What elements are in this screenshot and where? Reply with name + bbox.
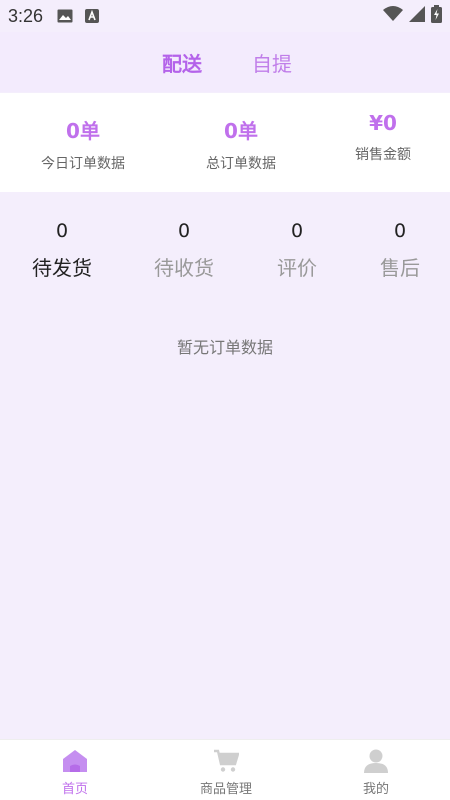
order-count: 0: [290, 220, 304, 242]
stat-value: ¥0: [369, 111, 397, 135]
order-status-label: 评价: [277, 256, 317, 280]
nav-goods-management[interactable]: 商品管理: [176, 748, 276, 797]
order-status-after-sales[interactable]: 0 售后: [360, 220, 440, 281]
order-status-pending-shipment[interactable]: 0 待发货: [22, 220, 102, 281]
font-app-icon: [85, 9, 100, 23]
nav-mine[interactable]: 我的: [326, 748, 426, 797]
order-status-pending-receipt[interactable]: 0 待收货: [144, 220, 224, 281]
stat-today-orders: 0单 今日订单数据: [33, 115, 133, 173]
signal-icon: [409, 6, 425, 27]
nav-label: 商品管理: [199, 782, 252, 797]
stat-label: 今日订单数据: [41, 156, 125, 172]
user-icon: [326, 748, 426, 774]
order-status-review[interactable]: 0 评价: [257, 220, 337, 281]
home-icon: [25, 748, 125, 774]
order-status-label: 售后: [380, 256, 420, 280]
battery-icon: [431, 5, 442, 28]
nav-label: 我的: [362, 782, 389, 797]
stat-sales-amount: ¥0 销售金额: [333, 111, 433, 164]
order-status-label: 待收货: [154, 256, 214, 280]
tab-pickup[interactable]: 自提: [252, 48, 292, 77]
nav-home[interactable]: 首页: [25, 748, 125, 797]
image-icon: [57, 9, 73, 23]
order-count: 0: [177, 220, 191, 242]
order-count: 0: [55, 220, 69, 242]
nav-label: 首页: [61, 782, 88, 797]
status-time: 3:26: [8, 5, 44, 26]
delivery-mode-tabs: 配送 自提: [0, 32, 450, 92]
order-status-label: 待发货: [32, 256, 92, 280]
stat-value: 0单: [224, 119, 258, 143]
stat-total-orders: 0单 总订单数据: [191, 115, 291, 173]
stat-value: 0单: [66, 119, 100, 143]
order-count: 0: [393, 220, 407, 242]
stats-card: 0单 今日订单数据 0单 总订单数据 ¥0 销售金额: [0, 93, 450, 192]
tab-delivery[interactable]: 配送: [162, 48, 202, 77]
stat-label: 销售金额: [355, 147, 411, 163]
status-right: [383, 5, 442, 28]
wifi-icon: [383, 6, 403, 27]
bottom-nav: 首页 商品管理 我的: [0, 739, 450, 800]
status-bar: 3:26: [0, 0, 450, 32]
empty-state-text: 暂无订单数据: [176, 338, 273, 357]
cart-icon: [176, 748, 276, 774]
order-status-tabs: 0 待发货 0 待收货 0 评价 0 售后: [0, 220, 450, 300]
stat-label: 总订单数据: [206, 156, 276, 172]
screen: 3:26 配送 自提 0单 今日订单数据 0单 总订单数据 ¥0 销售金额 0 …: [0, 0, 450, 800]
